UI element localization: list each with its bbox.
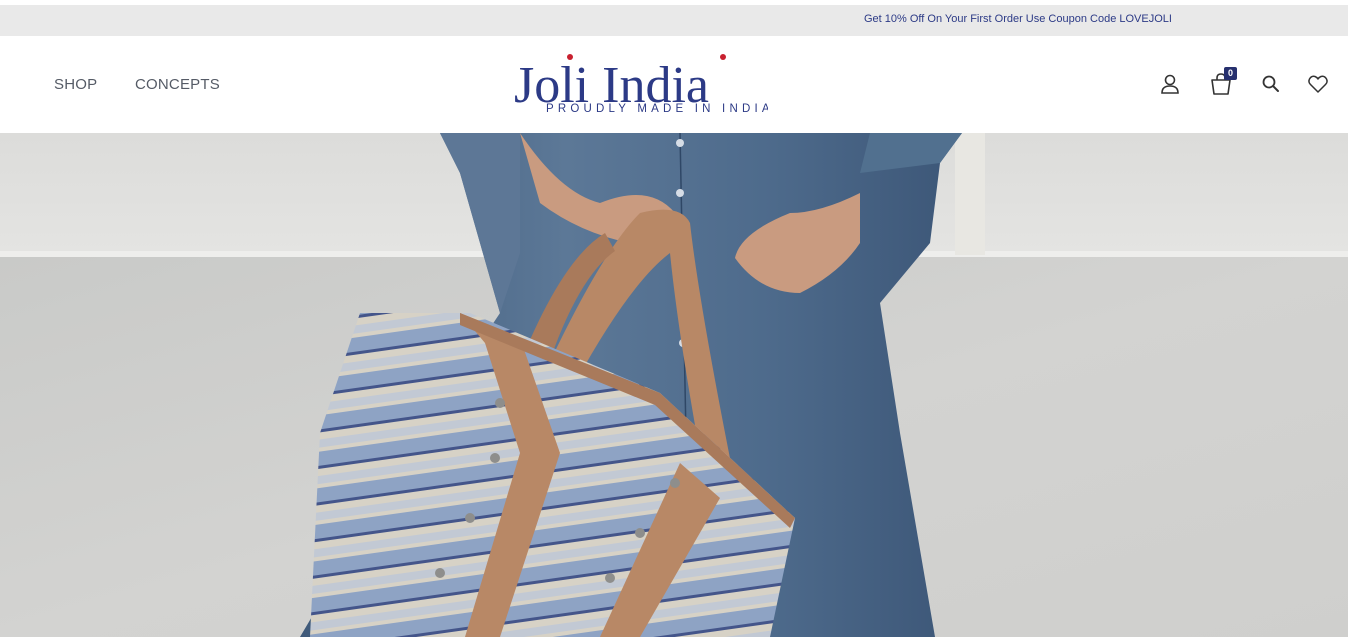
hero-image xyxy=(0,133,1348,637)
logo-dot-right xyxy=(720,54,726,60)
joli-india-logo[interactable]: Joli India PROUDLY MADE IN INDIA xyxy=(512,46,770,118)
site-header: SHOP CONCEPTS Joli India PROUDLY MADE IN… xyxy=(0,36,1348,133)
announcement-text: Get 10% Off On Your First Order Use Coup… xyxy=(864,13,1172,25)
wishlist-button[interactable] xyxy=(1303,69,1333,99)
search-icon xyxy=(1262,75,1279,92)
cart-button[interactable]: 0 xyxy=(1206,67,1237,99)
logo-tagline: PROUDLY MADE IN INDIA xyxy=(546,103,768,115)
search-button[interactable] xyxy=(1256,69,1286,99)
cart-count-badge: 0 xyxy=(1224,67,1237,80)
account-button[interactable] xyxy=(1155,69,1185,99)
logo-graphic: Joli India PROUDLY MADE IN INDIA xyxy=(514,54,770,115)
nav-shop-link[interactable]: SHOP xyxy=(54,76,97,93)
hero-banner[interactable] xyxy=(0,133,1348,637)
logo-dot-left xyxy=(567,54,573,60)
user-icon xyxy=(1161,74,1179,94)
announcement-bar: Get 10% Off On Your First Order Use Coup… xyxy=(0,5,1348,36)
heart-icon xyxy=(1308,75,1328,93)
nav-concepts-link[interactable]: CONCEPTS xyxy=(135,76,220,93)
